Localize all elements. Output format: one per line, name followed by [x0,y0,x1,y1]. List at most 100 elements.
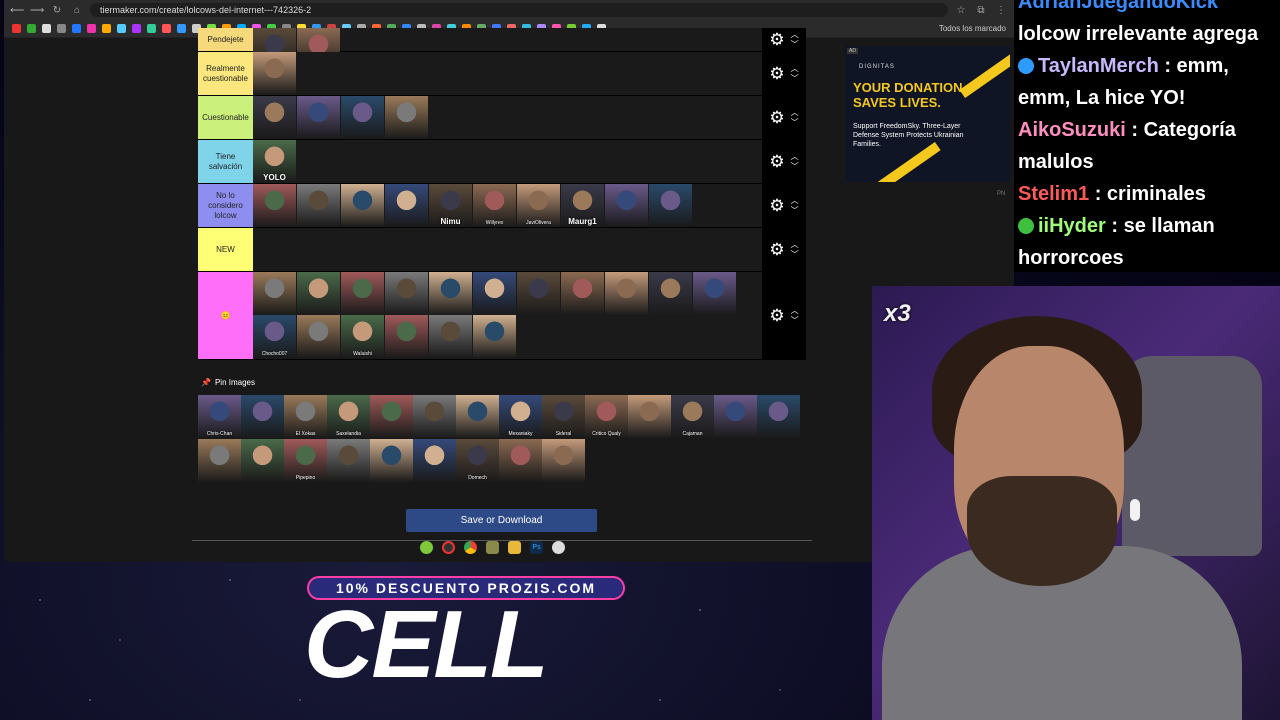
tier-item-image[interactable] [605,272,648,315]
chevron-up-icon[interactable]: ︿ [791,30,799,40]
tier-item-image[interactable] [385,184,428,227]
forward-icon[interactable]: ⟶ [30,5,44,16]
tier-item-image[interactable] [649,184,692,227]
gear-icon[interactable]: ⚙ [769,64,784,84]
bookmark-icon[interactable] [102,24,111,33]
bookmark-icon[interactable] [87,24,96,33]
tier-label[interactable]: Cuestionable [198,96,253,139]
tier-item-image[interactable] [297,272,340,315]
tier-item-image[interactable] [473,315,516,358]
menu-icon[interactable]: ⋮ [994,5,1008,16]
tier-item-image[interactable] [542,439,585,482]
tier-item-image[interactable] [198,439,241,482]
tier-item-image[interactable] [341,184,384,227]
tier-item-image[interactable]: Domech [456,439,499,482]
chat-username[interactable]: Stelim1 [1018,183,1089,205]
tier-items[interactable]: YOLO [253,140,762,183]
bookmark-icon[interactable] [27,24,36,33]
chevron-down-icon[interactable]: ﹀ [791,316,799,326]
bookmark-icon[interactable] [117,24,126,33]
tier-item-image[interactable] [429,315,472,358]
tier-item-image[interactable] [628,395,671,438]
ad-banner[interactable]: AD DIGNITAS YOUR DONATION SAVES LIVES. S… [845,46,1010,182]
gear-icon[interactable]: ⚙ [769,30,784,50]
tier-item-image[interactable] [413,395,456,438]
save-download-button[interactable]: Save or Download [406,509,597,532]
tier-item-image[interactable]: Sideral [542,395,585,438]
tier-item-image[interactable] [605,184,648,227]
chevron-down-icon[interactable]: ﹀ [791,250,799,260]
tier-item-image[interactable] [253,52,296,95]
tier-label[interactable]: NEW [198,228,253,271]
tier-items[interactable]: Nimu Willyrex JaviOlivera Maurg1 [253,184,762,227]
tier-items[interactable] [253,96,762,139]
home-icon[interactable]: ⌂ [70,5,84,16]
gear-icon[interactable]: ⚙ [769,196,784,216]
chevron-up-icon[interactable]: ︿ [791,108,799,118]
tier-label[interactable]: Pendejete [198,28,253,51]
bookmark-icon[interactable] [147,24,156,33]
bookmark-icon[interactable] [132,24,141,33]
tier-item-image[interactable] [253,184,296,227]
tier-item-image[interactable] [253,96,296,139]
tier-item-image[interactable] [297,184,340,227]
chevron-up-icon[interactable]: ︿ [791,196,799,206]
gear-icon[interactable]: ⚙ [769,108,784,128]
chat-username[interactable]: iiHyder [1038,215,1106,237]
tier-item-image[interactable]: Chocho007 [253,315,296,358]
tier-label[interactable]: Realmente cuestionable [198,52,253,95]
tier-item-image[interactable] [649,272,692,315]
tier-item-image[interactable] [385,96,428,139]
tier-item-image[interactable] [385,315,428,358]
extensions-icon[interactable]: ⧉ [974,5,988,16]
tier-label[interactable]: Tiene salvación [198,140,253,183]
reload-icon[interactable]: ↻ [50,5,64,16]
chevron-down-icon[interactable]: ﹀ [791,206,799,216]
tier-items[interactable] [253,52,762,95]
tier-item-image[interactable] [517,272,560,315]
tier-item-image[interactable] [341,272,384,315]
tier-item-image[interactable]: Cajaman [671,395,714,438]
tier-item-image[interactable]: Mexaniaky [499,395,542,438]
address-bar[interactable]: tiermaker.com/create/lolcows-del-interne… [90,3,948,17]
tier-item-image[interactable] [473,272,516,315]
all-bookmarks-label[interactable]: Todos los marcado [939,24,1006,33]
tier-item-image[interactable]: Waluishi [341,315,384,358]
tier-item-image[interactable] [693,272,736,315]
tier-item-image[interactable] [370,395,413,438]
app-icon[interactable] [486,541,499,554]
tier-item-image[interactable] [499,439,542,482]
bookmark-icon[interactable] [12,24,21,33]
tier-item-image[interactable] [241,395,284,438]
chevron-down-icon[interactable]: ﹀ [791,74,799,84]
bookmark-icon[interactable] [42,24,51,33]
tier-item-image[interactable]: YOLO [253,140,296,183]
tier-item-image[interactable]: Critico Qualy [585,395,628,438]
bookmark-icon[interactable] [57,24,66,33]
tier-item-image[interactable] [429,272,472,315]
folder-icon[interactable] [508,541,521,554]
tier-item-image[interactable]: Maurg1 [561,184,604,227]
tier-item-image[interactable] [413,439,456,482]
tier-label[interactable]: 😐 [198,272,253,359]
bookmark-icon[interactable] [162,24,171,33]
tier-item-image[interactable] [561,272,604,315]
tier-items[interactable]: Corxea [253,28,762,71]
tier-item-image[interactable] [241,439,284,482]
app-icon[interactable] [420,541,433,554]
tier-item-image[interactable] [714,395,757,438]
back-icon[interactable]: ⟵ [10,5,24,16]
chevron-up-icon[interactable]: ︿ [791,64,799,74]
tier-item-image[interactable] [385,272,428,315]
chevron-up-icon[interactable]: ︿ [791,152,799,162]
tier-item-image[interactable]: JaviOlivera [517,184,560,227]
tier-items[interactable] [253,228,762,271]
tier-item-image[interactable] [327,439,370,482]
photoshop-icon[interactable]: Ps [530,541,543,554]
chevron-down-icon[interactable]: ﹀ [791,162,799,172]
star-icon[interactable]: ☆ [954,5,968,16]
tier-item-image[interactable]: Chris-Chan [198,395,241,438]
obs-icon[interactable] [442,541,455,554]
chevron-up-icon[interactable]: ︿ [791,306,799,316]
tier-item-image[interactable] [297,96,340,139]
